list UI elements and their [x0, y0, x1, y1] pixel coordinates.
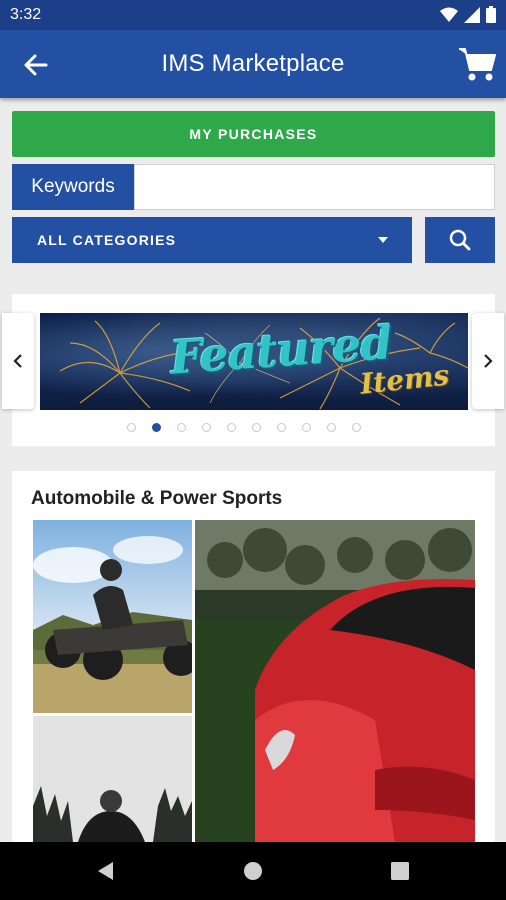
- chevron-right-icon: [484, 354, 493, 368]
- carousel-dot[interactable]: [227, 423, 236, 432]
- keywords-label: Keywords: [12, 164, 134, 210]
- sports-car-image[interactable]: [195, 520, 475, 842]
- search-button[interactable]: [425, 217, 495, 263]
- app-bar: IMS Marketplace: [0, 30, 506, 98]
- carousel-dot[interactable]: [327, 423, 336, 432]
- atv-image[interactable]: [33, 520, 192, 713]
- caret-down-icon: [378, 237, 388, 243]
- carousel-dot[interactable]: [252, 423, 261, 432]
- carousel-dot[interactable]: [127, 423, 136, 432]
- carousel-prev-button[interactable]: [2, 313, 34, 409]
- keywords-input[interactable]: [134, 164, 495, 210]
- category-select-value: ALL CATEGORIES: [37, 232, 177, 248]
- carousel-dot[interactable]: [152, 423, 161, 432]
- signal-icon: [464, 6, 480, 23]
- back-triangle-icon[interactable]: [96, 861, 116, 881]
- carousel-dot[interactable]: [277, 423, 286, 432]
- status-time: 3:32: [10, 6, 42, 23]
- carousel-dot[interactable]: [302, 423, 311, 432]
- category-select[interactable]: ALL CATEGORIES: [12, 217, 412, 263]
- carousel-next-button[interactable]: [472, 313, 504, 409]
- cart-icon[interactable]: [458, 46, 496, 82]
- featured-banner-image[interactable]: Featured Items: [40, 313, 468, 410]
- battery-icon: [486, 6, 496, 23]
- recents-square-icon[interactable]: [391, 862, 409, 880]
- search-icon: [449, 229, 471, 251]
- chevron-left-icon: [13, 354, 22, 368]
- snowmobile-image[interactable]: [33, 716, 192, 842]
- android-nav-bar: [0, 842, 506, 900]
- page-title: IMS Marketplace: [161, 50, 345, 77]
- my-purchases-button[interactable]: MY PURCHASES: [12, 111, 495, 157]
- carousel-dot[interactable]: [177, 423, 186, 432]
- carousel-dots: [127, 423, 361, 432]
- section-title: Automobile & Power Sports: [31, 488, 283, 509]
- status-bar: 3:32: [0, 0, 506, 30]
- wifi-icon: [440, 7, 458, 22]
- carousel-dot[interactable]: [352, 423, 361, 432]
- carousel-dot[interactable]: [202, 423, 211, 432]
- home-circle-icon[interactable]: [243, 861, 263, 881]
